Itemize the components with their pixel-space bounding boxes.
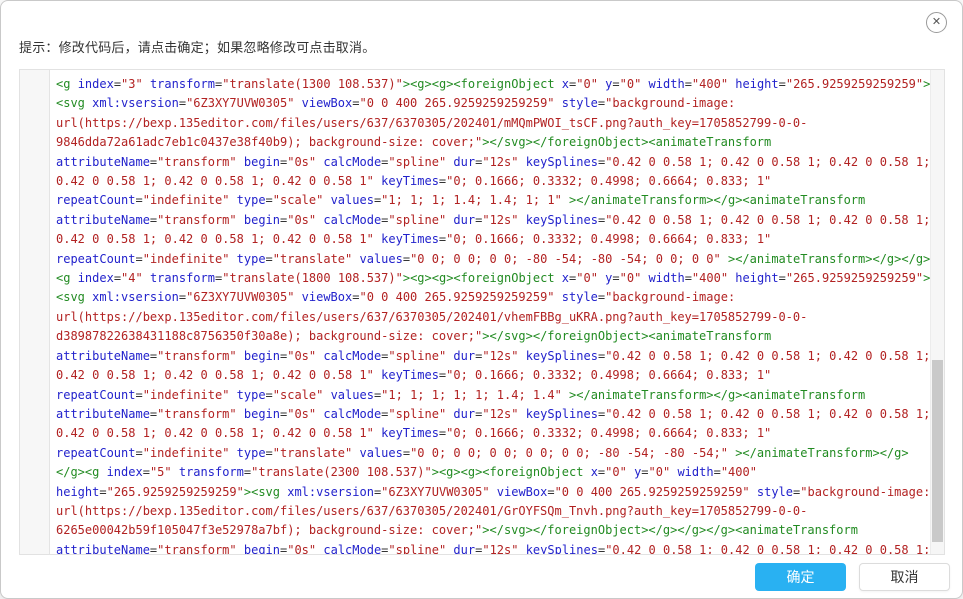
- code-line: d38987822638431188c8756350f30a8e); backg…: [56, 329, 772, 344]
- code-line: attributeName="transform" begin="0s" cal…: [56, 348, 930, 363]
- code-line: attributeName="transform" begin="0s" cal…: [56, 212, 930, 227]
- code-line: <g index="4" transform="translate(1800 1…: [56, 271, 930, 286]
- code-line: height="265.9259259259259"><svg xml:vser…: [56, 484, 930, 499]
- code-editor[interactable]: <g index="3" transform="translate(1300 1…: [19, 69, 945, 555]
- code-line: attributeName="transform" begin="0s" cal…: [56, 154, 930, 169]
- code-line: 0.42 0 0.58 1; 0.42 0 0.58 1; 0.42 0 0.5…: [56, 426, 772, 441]
- close-icon[interactable]: ✕: [926, 12, 947, 33]
- code-line: repeatCount="indefinite" type="scale" va…: [56, 387, 866, 402]
- code-line: <svg xml:vsersion="6Z3XY7UVW0305" viewBo…: [56, 96, 736, 111]
- editor-scrollbar[interactable]: [930, 70, 944, 554]
- code-line: attributeName="transform" begin="0s" cal…: [56, 406, 930, 421]
- cancel-button[interactable]: 取消: [859, 563, 950, 591]
- code-line: 0.42 0 0.58 1; 0.42 0 0.58 1; 0.42 0 0.5…: [56, 232, 772, 247]
- code-line: 0.42 0 0.58 1; 0.42 0 0.58 1; 0.42 0 0.5…: [56, 368, 772, 383]
- code-line: <svg xml:vsersion="6Z3XY7UVW0305" viewBo…: [56, 290, 736, 305]
- code-line: repeatCount="indefinite" type="scale" va…: [56, 193, 866, 208]
- confirm-button[interactable]: 确定: [755, 563, 846, 591]
- dialog-hint: 提示：修改代码后，请点击确定；如果忽略修改可点击取消。: [19, 40, 376, 55]
- code-edit-dialog: ✕ 提示：修改代码后，请点击确定；如果忽略修改可点击取消。 <g index="…: [0, 0, 963, 599]
- code-line: 6265e00042b59f105047f3e52978a7bf); backg…: [56, 523, 858, 538]
- code-line: 9846dda72a61adc7eb1c0437e38f40b9); backg…: [56, 135, 772, 150]
- code-line: 0.42 0 0.58 1; 0.42 0 0.58 1; 0.42 0 0.5…: [56, 174, 772, 189]
- code-line: </g><g index="5" transform="translate(23…: [56, 465, 757, 480]
- scrollbar-thumb[interactable]: [932, 360, 943, 542]
- code-line: attributeName="transform" begin="0s" cal…: [56, 542, 930, 554]
- code-line: url(https://bexp.135editor.com/files/use…: [56, 309, 808, 324]
- code-line: repeatCount="indefinite" type="translate…: [56, 445, 909, 460]
- code-line: url(https://bexp.135editor.com/files/use…: [56, 503, 808, 518]
- code-line: <g index="3" transform="translate(1300 1…: [56, 77, 930, 91]
- editor-gutter: [20, 70, 50, 554]
- code-lines[interactable]: <g index="3" transform="translate(1300 1…: [56, 75, 930, 554]
- code-line: url(https://bexp.135editor.com/files/use…: [56, 115, 808, 130]
- dialog-footer: 确定 取消: [755, 563, 950, 591]
- code-line: repeatCount="indefinite" type="translate…: [56, 251, 930, 266]
